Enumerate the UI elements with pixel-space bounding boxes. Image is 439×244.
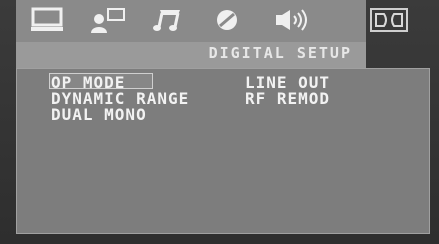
page-title: DIGITAL SETUP [208,44,352,62]
speaker-icon[interactable] [272,6,316,34]
setup-header: DIGITAL SETUP [16,42,366,68]
settings-panel: OP MODE LINE OUT DYNAMIC RANGE RF REMOD … [16,68,430,234]
menu-item-dual-mono[interactable]: DUAL MONO [51,105,147,124]
setup-icon-bar [16,0,366,44]
monitor-icon[interactable] [30,6,64,34]
dolby-icon[interactable] [370,8,408,32]
option-rf-remod[interactable]: RF REMOD [245,89,330,108]
disc-icon[interactable] [212,6,242,34]
music-note-icon[interactable] [150,6,184,34]
osd-screen: DIGITAL SETUP OP MODE LINE OUT DYNAMIC R… [0,0,439,244]
user-display-icon[interactable] [88,6,128,34]
